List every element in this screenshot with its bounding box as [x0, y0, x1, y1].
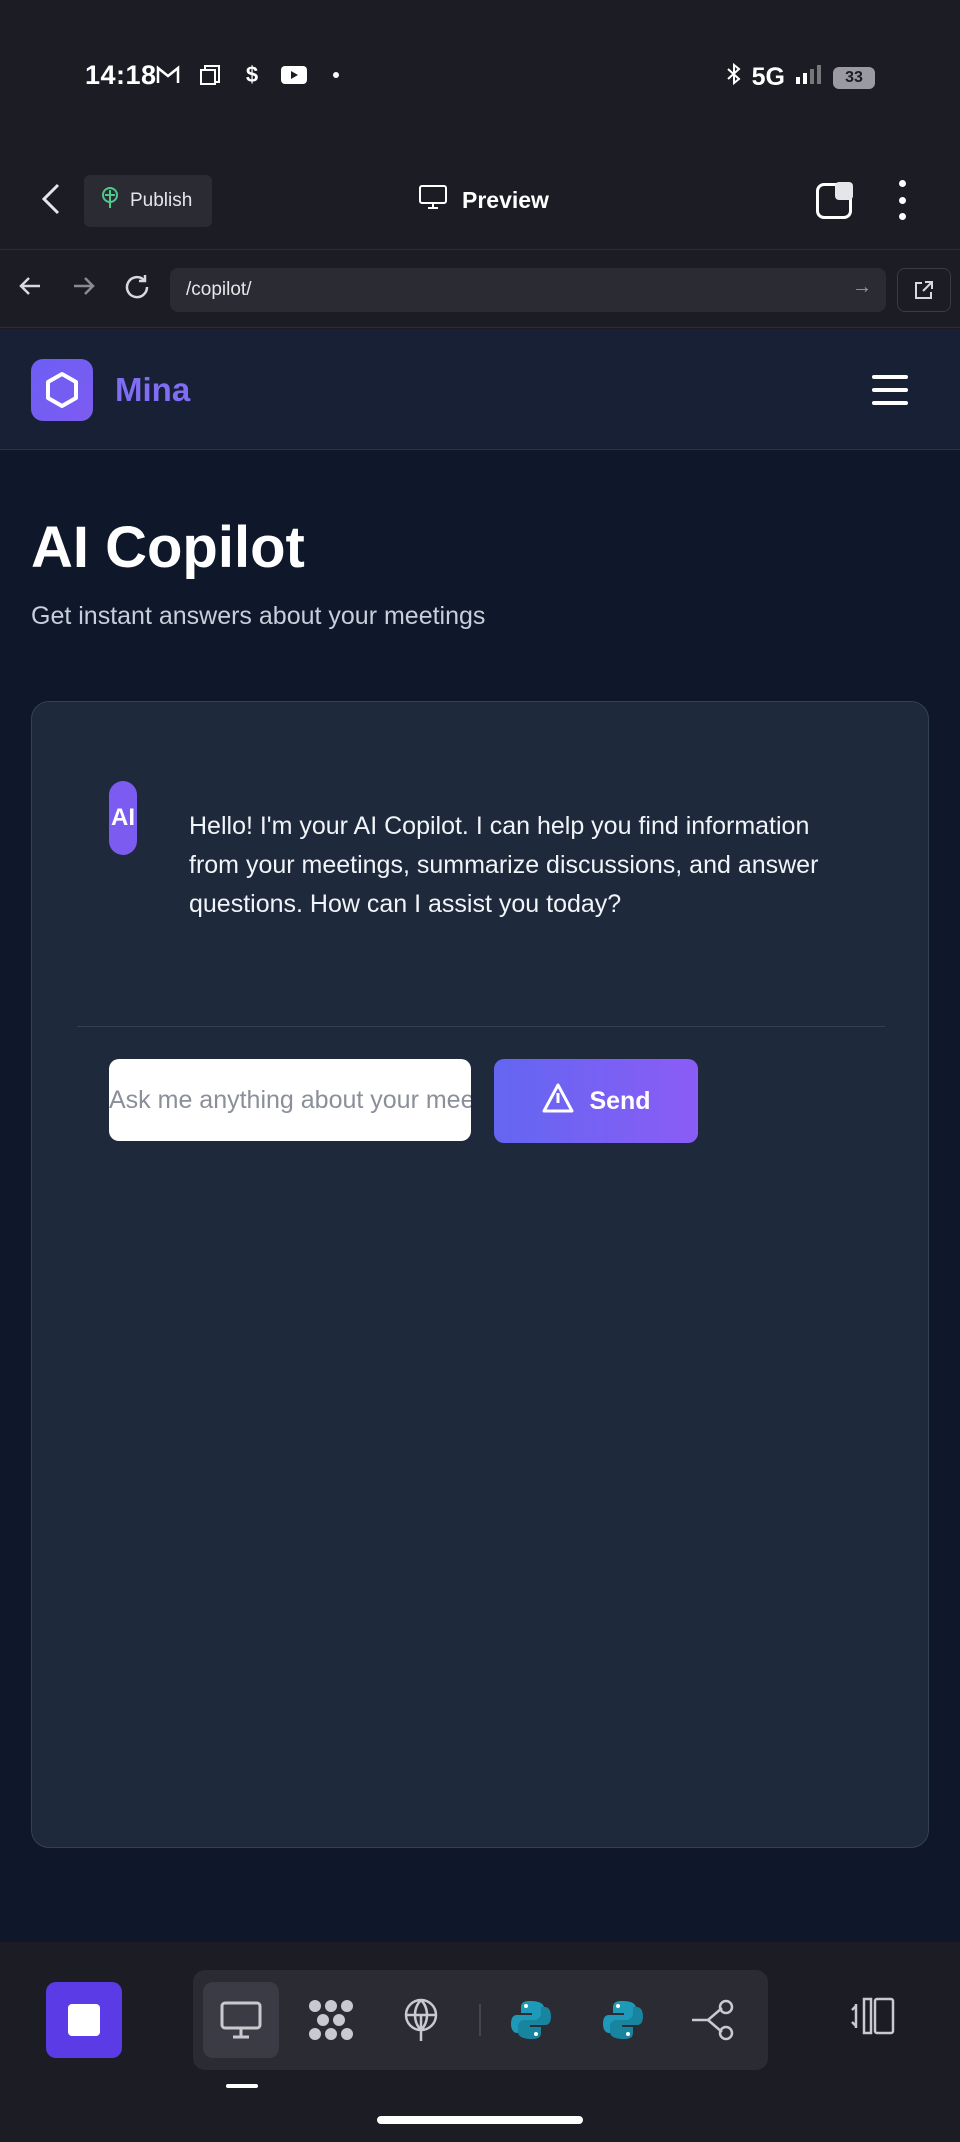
send-button[interactable]: Send: [494, 1059, 698, 1143]
site-header: Mina: [0, 329, 960, 450]
url-bar: /copilot/ →: [0, 250, 960, 328]
globe-publish-icon[interactable]: [383, 1982, 459, 2058]
nav-back-icon[interactable]: [16, 272, 44, 308]
network-label: 5G: [751, 63, 785, 91]
reload-icon[interactable]: [122, 272, 152, 310]
dollar-icon: $: [245, 62, 259, 87]
youtube-icon: [281, 62, 307, 88]
bluetooth-icon: [726, 62, 742, 93]
connector-icon[interactable]: [675, 1982, 751, 2058]
desktop-icon[interactable]: [203, 1982, 279, 2058]
preview-toggle[interactable]: Preview: [418, 180, 549, 220]
home-indicator[interactable]: [377, 2116, 583, 2124]
notification-icons: $: [155, 62, 349, 88]
logo-icon[interactable]: [31, 359, 93, 421]
divider: [77, 1026, 885, 1027]
publish-label: Publish: [130, 190, 193, 211]
publish-button[interactable]: Publish: [84, 175, 212, 227]
chat-card: AI Hello! I'm your AI Copilot. I can hel…: [31, 701, 929, 1848]
preview-label: Preview: [462, 186, 549, 213]
status-bar: 14:18 $ 5G 33: [0, 0, 960, 150]
side-panel-icon[interactable]: [850, 1996, 896, 2041]
tool-separator: [479, 2004, 481, 2036]
main-content: AI Copilot Get instant answers about you…: [0, 450, 960, 1942]
chat-input[interactable]: [109, 1059, 471, 1141]
more-options-icon[interactable]: [890, 180, 914, 220]
page-title: AI Copilot: [31, 515, 305, 580]
monitor-icon: [418, 184, 448, 216]
ai-message: Hello! I'm your AI Copilot. I can help y…: [189, 812, 819, 918]
python-icon[interactable]: [493, 1982, 569, 2058]
send-label: Send: [589, 1086, 651, 1115]
stop-icon: [68, 2004, 100, 2036]
status-time: 14:18: [85, 60, 157, 90]
open-external-icon[interactable]: [897, 268, 951, 312]
tabs-icon[interactable]: [816, 182, 853, 219]
battery-icon: 33: [833, 66, 875, 89]
signal-icon: [795, 63, 823, 92]
publish-icon: [100, 187, 120, 215]
go-arrow-icon[interactable]: →: [852, 276, 872, 299]
tool-group: [193, 1970, 768, 2070]
python-icon[interactable]: [585, 1982, 661, 2058]
url-text: /copilot/: [186, 279, 252, 300]
app-toolbar: Publish Preview: [0, 150, 960, 250]
active-tab-indicator: [226, 2084, 258, 2088]
url-input[interactable]: /copilot/ →: [170, 268, 886, 312]
page-subtitle: Get instant answers about your meetings: [31, 602, 486, 630]
dot-icon: [323, 62, 349, 88]
dots-grid-icon[interactable]: [293, 1982, 369, 2058]
ai-avatar: AI: [109, 781, 137, 855]
copy-icon: [197, 62, 223, 88]
nav-forward-icon[interactable]: [70, 272, 98, 308]
gmail-icon: [155, 62, 181, 88]
brand-name[interactable]: Mina: [115, 371, 190, 409]
status-right: 5G 33: [726, 62, 875, 93]
send-icon: [541, 1082, 575, 1121]
stop-button[interactable]: [46, 1982, 122, 2058]
bottom-dock: [0, 1942, 960, 2142]
menu-icon[interactable]: [872, 375, 908, 405]
back-icon[interactable]: [40, 182, 72, 218]
